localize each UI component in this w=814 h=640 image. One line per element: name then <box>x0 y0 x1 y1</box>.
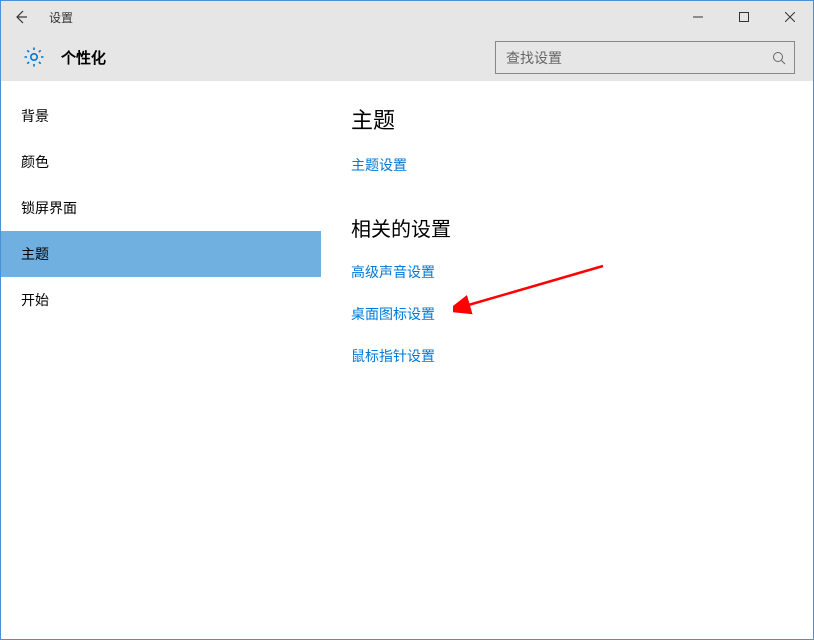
window-controls <box>675 1 813 33</box>
sidebar-item-label: 颜色 <box>21 152 49 172</box>
minimize-icon <box>693 12 703 22</box>
maximize-button[interactable] <box>721 1 767 33</box>
sidebar-item-background[interactable]: 背景 <box>1 93 321 139</box>
sidebar-item-themes[interactable]: 主题 <box>1 231 321 277</box>
link-desktop-icons[interactable]: 桌面图标设置 <box>351 304 793 324</box>
section-heading-themes: 主题 <box>351 103 793 135</box>
header: 个性化 <box>1 33 813 81</box>
sidebar-item-label: 背景 <box>21 106 49 126</box>
close-icon <box>785 12 795 22</box>
search-box[interactable] <box>495 41 795 74</box>
sidebar-item-start[interactable]: 开始 <box>1 277 321 323</box>
sidebar-item-colors[interactable]: 颜色 <box>1 139 321 185</box>
content: 背景 颜色 锁屏界面 主题 开始 主题 主题设置 相关的设置 高级声音设置 桌面… <box>1 81 813 639</box>
window-title: 设置 <box>49 9 73 26</box>
search-icon <box>764 51 794 65</box>
maximize-icon <box>739 12 749 22</box>
sidebar-item-label: 开始 <box>21 290 49 310</box>
section-heading-related: 相关的设置 <box>351 213 793 242</box>
link-mouse-pointer[interactable]: 鼠标指针设置 <box>351 346 793 366</box>
main-panel: 主题 主题设置 相关的设置 高级声音设置 桌面图标设置 鼠标指针设置 <box>321 81 813 639</box>
back-button[interactable] <box>1 1 41 33</box>
sidebar-item-label: 主题 <box>21 244 49 264</box>
back-arrow-icon <box>13 9 29 25</box>
link-advanced-sound[interactable]: 高级声音设置 <box>351 262 793 282</box>
link-theme-settings[interactable]: 主题设置 <box>351 155 793 175</box>
sidebar-item-label: 锁屏界面 <box>21 198 77 218</box>
minimize-button[interactable] <box>675 1 721 33</box>
sidebar: 背景 颜色 锁屏界面 主题 开始 <box>1 81 321 639</box>
close-button[interactable] <box>767 1 813 33</box>
page-title: 个性化 <box>61 47 106 68</box>
search-input[interactable] <box>496 50 764 66</box>
gear-icon <box>21 44 47 70</box>
sidebar-item-lockscreen[interactable]: 锁屏界面 <box>1 185 321 231</box>
titlebar: 设置 <box>1 1 813 33</box>
